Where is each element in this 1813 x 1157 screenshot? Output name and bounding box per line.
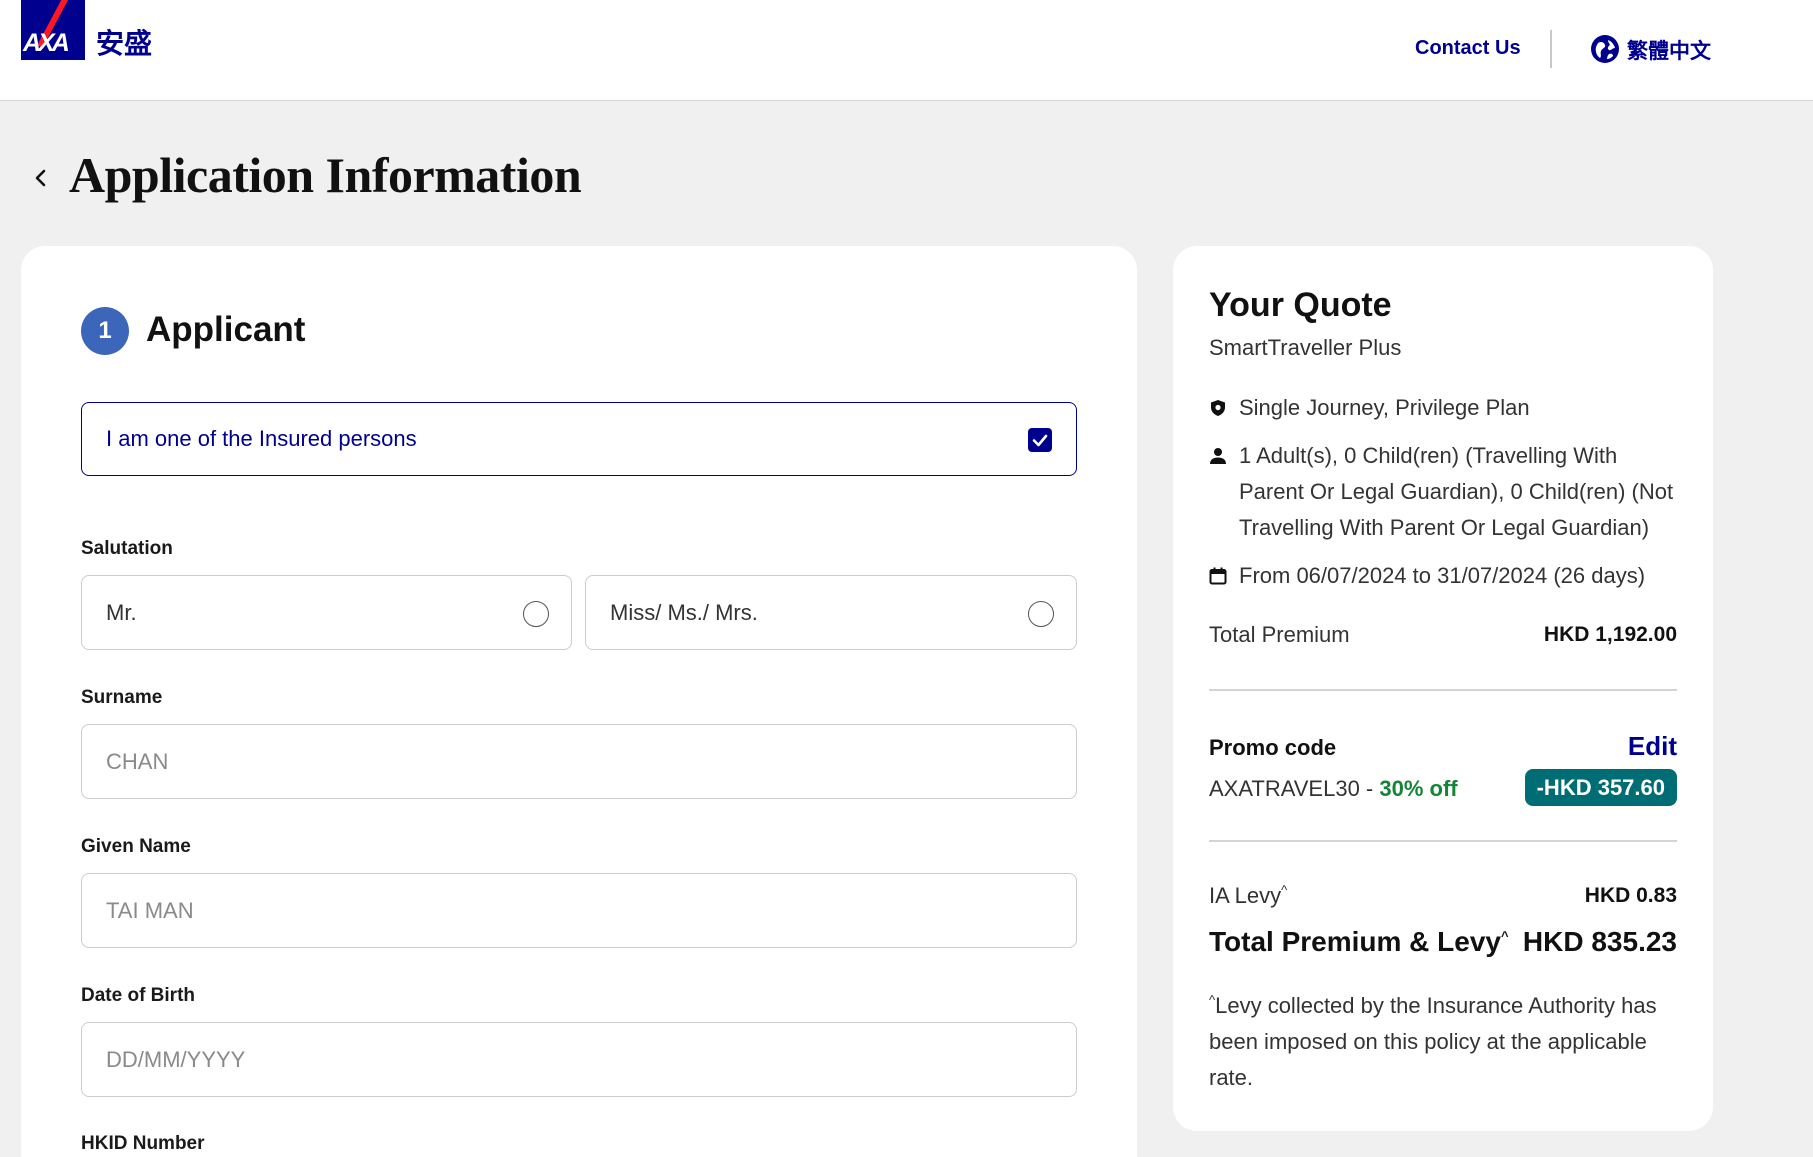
calendar-icon (1209, 567, 1227, 585)
date-of-birth-input[interactable] (81, 1022, 1077, 1097)
radio-label: Miss/ Ms./ Mrs. (610, 600, 758, 625)
insured-checkbox-label: I am one of the Insured persons (106, 426, 417, 451)
checkmark-icon (1032, 434, 1048, 447)
salutation-option-miss[interactable]: Miss/ Ms./ Mrs. (585, 575, 1077, 650)
travellers-description: 1 Adult(s), 0 Child(ren) (Travelling Wit… (1239, 443, 1674, 540)
section-title: Applicant (146, 310, 306, 349)
checkbox-checked[interactable] (1028, 428, 1052, 452)
shield-icon (1211, 400, 1225, 416)
edit-promo-button[interactable]: Edit (1628, 731, 1677, 762)
step-number-badge: 1 (81, 307, 129, 355)
ia-levy-value: HKD 0.83 (1584, 884, 1677, 907)
total-premium-levy-value: HKD 835.23 (1522, 926, 1677, 957)
divider (1209, 689, 1677, 691)
hkid-label: HKID Number (81, 1133, 205, 1154)
salutation-option-mr[interactable]: Mr. (81, 575, 572, 650)
logo-chinese-name: 安盛 (96, 27, 153, 60)
site-header: AXA 安盛 Contact Us 繁體中文 (0, 0, 1813, 101)
plan-description: Single Journey, Privilege Plan (1239, 395, 1530, 420)
surname-input[interactable] (81, 724, 1077, 799)
footnote-text: Levy collected by the Insurance Authorit… (1209, 993, 1657, 1090)
levy-footnote: ^Levy collected by the Insurance Authori… (1209, 988, 1679, 1096)
promo-code-value: AXATRAVEL30 - 30% off (1209, 776, 1458, 802)
person-icon (1210, 448, 1226, 464)
promo-discount-badge: -HKD 357.60 (1524, 769, 1677, 806)
globe-icon[interactable] (1590, 34, 1620, 64)
promo-code-label: Promo code (1209, 735, 1337, 760)
travel-period: From 06/07/2024 to 31/07/2024 (26 days) (1239, 563, 1646, 588)
divider (1209, 840, 1677, 842)
header-divider (1550, 30, 1552, 68)
product-name: SmartTraveller Plus (1209, 335, 1402, 360)
page-title: Application Information (69, 147, 582, 203)
chevron-left-icon[interactable] (30, 166, 52, 190)
logo-text: AXA (23, 29, 70, 57)
salutation-label: Salutation (81, 538, 173, 559)
insured-person-checkbox[interactable]: I am one of the Insured persons (81, 402, 1077, 476)
date-of-birth-label: Date of Birth (81, 985, 195, 1006)
surname-label: Surname (81, 687, 163, 708)
total-premium-levy-label: Total Premium & Levy^ (1209, 926, 1509, 958)
applicant-card (21, 246, 1137, 1157)
total-label-text: Total Premium & Levy (1209, 926, 1502, 957)
ia-levy-text: IA Levy (1209, 883, 1282, 908)
promo-discount-percent: 30% off (1379, 776, 1458, 801)
ia-levy-label: IA Levy^ (1209, 883, 1287, 909)
contact-us-link[interactable]: Contact Us (1415, 37, 1521, 60)
promo-separator: - (1359, 776, 1380, 801)
promo-code-text: AXATRAVEL30 (1209, 776, 1360, 801)
total-premium-value: HKD 1,192.00 (1543, 623, 1677, 646)
radio-button[interactable] (523, 601, 549, 627)
given-name-label: Given Name (81, 836, 191, 857)
radio-button[interactable] (1028, 601, 1054, 627)
total-premium-label: Total Premium (1209, 622, 1350, 647)
levy-caret: ^ (1281, 882, 1288, 898)
axa-logo[interactable]: AXA (21, 0, 85, 60)
radio-label: Mr. (106, 600, 137, 625)
given-name-input[interactable] (81, 873, 1077, 948)
language-switch[interactable]: 繁體中文 (1627, 35, 1711, 65)
levy-caret: ^ (1501, 928, 1509, 944)
quote-title: Your Quote (1209, 286, 1392, 324)
